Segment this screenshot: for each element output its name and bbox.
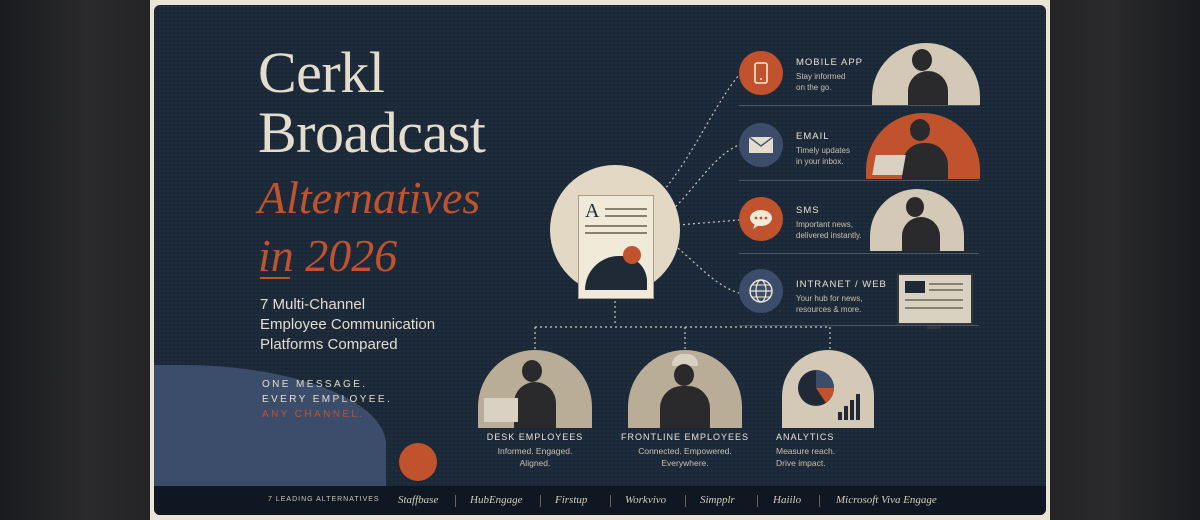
right-backdrop [1050,0,1200,520]
alternatives-footer: 7 LEADING ALTERNATIVES Staffbase HubEnga… [154,486,1046,515]
envelope-icon [739,123,783,167]
audience-desc-frontline: Connected. Empowered. Everywhere. [638,446,732,468]
audience-title-frontline: FRONTLINE EMPLOYEES [620,432,750,442]
newsletter-document-icon: A [578,195,654,299]
chat-bubble-icon [739,197,783,241]
channel-desc-intranet: Your hub for news, resources & more. [796,294,863,314]
brand-staffbase: Staffbase [398,494,439,506]
brand-simpplr: Simpplr [700,494,735,506]
brand-separator [540,495,541,507]
brand-hubengage: HubEngage [470,494,523,506]
brand-separator [455,495,456,507]
poster-board: Cerkl Broadcast Alternatives in 2026 7 M… [154,5,1046,515]
brand-firstup: Firstup [555,494,588,506]
left-backdrop [0,0,150,520]
audience-title-desk: DESK EMPLOYEES [486,432,584,442]
link-sms [677,219,740,226]
audience-desc-analytics: Measure reach. Drive impact. [776,446,836,468]
brand-microsoft-viva-engage: Microsoft Viva Engage [836,494,937,506]
brand-separator [685,495,686,507]
channel-divider [739,105,979,106]
link-intranet [673,244,740,294]
brand-separator [610,495,611,507]
link-mobile [659,74,740,196]
globe-icon [739,269,783,313]
channel-divider [739,325,979,326]
intranet-monitor-icon [897,273,973,329]
channel-divider [739,253,979,254]
channel-title-mobile: MOBILE APP [796,57,864,68]
channel-title-email: EMAIL [796,131,830,142]
link-email [671,144,740,211]
channel-desc-sms: Important news, delivered instantly. [796,220,862,240]
channel-divider [739,180,979,181]
brand-separator [757,495,758,507]
brand-workvivo: Workvivo [625,494,667,506]
document-letter: A [585,200,600,222]
poster-frame: Cerkl Broadcast Alternatives in 2026 7 M… [150,0,1050,520]
brand-separator [819,495,820,507]
channel-title-sms: SMS [796,205,820,216]
audience-title-analytics: ANALYTICS [776,432,835,442]
footer-label: 7 LEADING ALTERNATIVES [268,496,380,503]
brand-haiilo: Haiilo [773,494,802,506]
channel-title-intranet: INTRANET / WEB [796,279,887,290]
audience-desc-desk: Informed. Engaged. Aligned. [497,446,573,468]
channel-desc-mobile: Stay informed on the go. [796,72,846,92]
channel-desc-email: Timely updates in your inbox. [796,146,850,166]
phone-icon [739,51,783,95]
